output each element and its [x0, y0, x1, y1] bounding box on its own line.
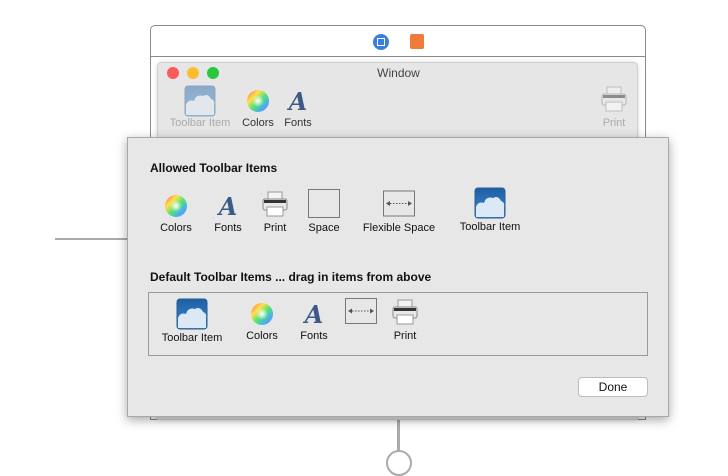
item-label: Toolbar Item: [161, 332, 223, 344]
default-items-heading: Default Toolbar Items ... drag in items …: [150, 270, 432, 284]
default-item-print[interactable]: Print: [360, 298, 450, 342]
allowed-items-heading: Allowed Toolbar Items: [150, 161, 278, 175]
item-label: Toolbar Item: [459, 221, 521, 233]
done-button[interactable]: Done: [578, 377, 648, 397]
color-wheel-icon: [246, 89, 270, 113]
toolbar-item-label: Toolbar Item: [169, 117, 231, 129]
connector-circle[interactable]: [386, 450, 412, 476]
allowed-item-toolbar-item[interactable]: Toolbar Item: [445, 187, 535, 233]
toolbar-item-print[interactable]: Print: [594, 85, 634, 129]
default-items-well[interactable]: Toolbar Item Colors Fonts Print: [148, 292, 648, 356]
cloud-icon: [474, 187, 506, 219]
allowed-item-flexible-space[interactable]: Flexible Space: [354, 189, 444, 234]
cloud-icon: [176, 298, 208, 330]
scene-dock: [151, 26, 645, 57]
toolbar-item-label: Print: [602, 117, 626, 129]
printer-icon: [600, 85, 628, 113]
space-icon: [308, 189, 340, 218]
toolbar-item-label: Colors: [242, 117, 274, 129]
window-controller-icon[interactable]: [373, 34, 389, 50]
toolbar-item-fonts[interactable]: Fonts: [280, 89, 316, 129]
toolbar-item-label: Fonts: [284, 117, 312, 129]
item-label: Flexible Space: [362, 222, 436, 234]
toolbar-item-toolbar-item[interactable]: Toolbar Item: [166, 85, 234, 129]
connector-line-left: [55, 238, 128, 240]
item-label: Print: [393, 330, 417, 342]
fonts-icon: [286, 89, 310, 113]
flexible-space-icon: [383, 189, 415, 218]
customize-toolbar-sheet: Allowed Toolbar Items Colors Fonts Print…: [127, 137, 669, 417]
item-label: Fonts: [300, 330, 328, 342]
connector-line-bottom: [397, 417, 400, 451]
cloud-icon: [184, 85, 216, 117]
item-label: Space: [308, 222, 340, 234]
toolbar-item-colors[interactable]: Colors: [238, 89, 278, 129]
window-title: Window: [377, 66, 420, 80]
printer-icon: [391, 298, 419, 326]
first-responder-icon[interactable]: [410, 34, 424, 49]
